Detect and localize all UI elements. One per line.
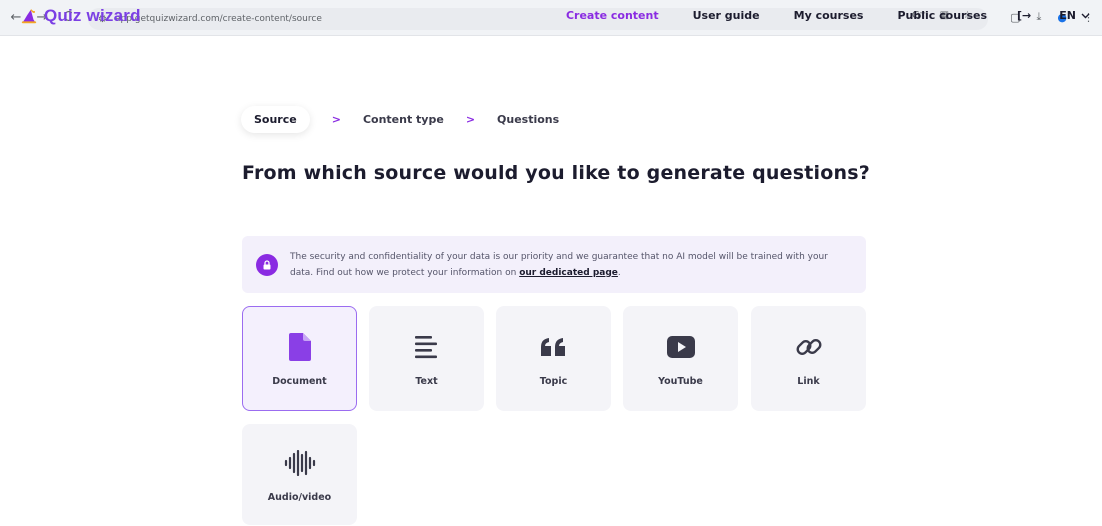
privacy-text: The security and confidentiality of your… [290,251,828,278]
nav-public-courses[interactable]: Public courses [897,9,987,22]
logout-icon[interactable]: [→ [1017,9,1031,22]
nav-user-guide[interactable]: User guide [693,9,760,22]
chevron-right-icon: > [331,113,341,126]
nav-my-courses[interactable]: My courses [794,9,864,22]
step-content-type: Content type [362,113,444,126]
page-title: From which source would you like to gene… [242,162,870,184]
source-label: Document [272,376,327,387]
top-navigation: Create content User guide My courses Pub… [532,9,1090,22]
source-card-document[interactable]: Document [242,306,357,411]
chevron-down-icon [1081,13,1090,18]
language-label: EN [1059,9,1076,22]
language-selector[interactable]: EN [1059,9,1090,22]
document-icon [288,330,311,364]
app-logo[interactable]: Quiz wizard [20,6,141,26]
source-card-youtube[interactable]: YouTube [623,306,738,411]
source-label: Link [797,376,820,387]
privacy-banner: The security and confidentiality of your… [242,236,866,293]
youtube-icon [666,330,695,364]
audio-wave-icon [284,446,316,480]
dedicated-page-link[interactable]: our dedicated page [519,268,618,278]
source-card-link[interactable]: Link [751,306,866,411]
source-label: Text [415,376,438,387]
source-label: Topic [539,376,568,387]
url-text: app.getquizwizard.com/create-content/sou… [114,14,322,24]
source-card-topic[interactable]: Topic [496,306,611,411]
step-questions: Questions [497,113,560,126]
source-label: YouTube [658,376,703,387]
source-card-text[interactable]: Text [369,306,484,411]
step-source[interactable]: Source [241,106,310,133]
nav-create-content[interactable]: Create content [566,9,659,22]
lock-icon [256,253,278,276]
source-label: Audio/video [267,492,332,503]
logo-text: Quiz wizard [44,6,141,25]
progress-stepper: Source > Content type > Questions [241,106,559,133]
source-card-audio-video[interactable]: Audio/video [242,424,357,525]
link-icon [795,330,823,364]
text-lines-icon [414,330,439,364]
chevron-right-icon: > [465,113,476,126]
wizard-hat-icon [21,9,37,24]
quote-icon [540,330,567,364]
